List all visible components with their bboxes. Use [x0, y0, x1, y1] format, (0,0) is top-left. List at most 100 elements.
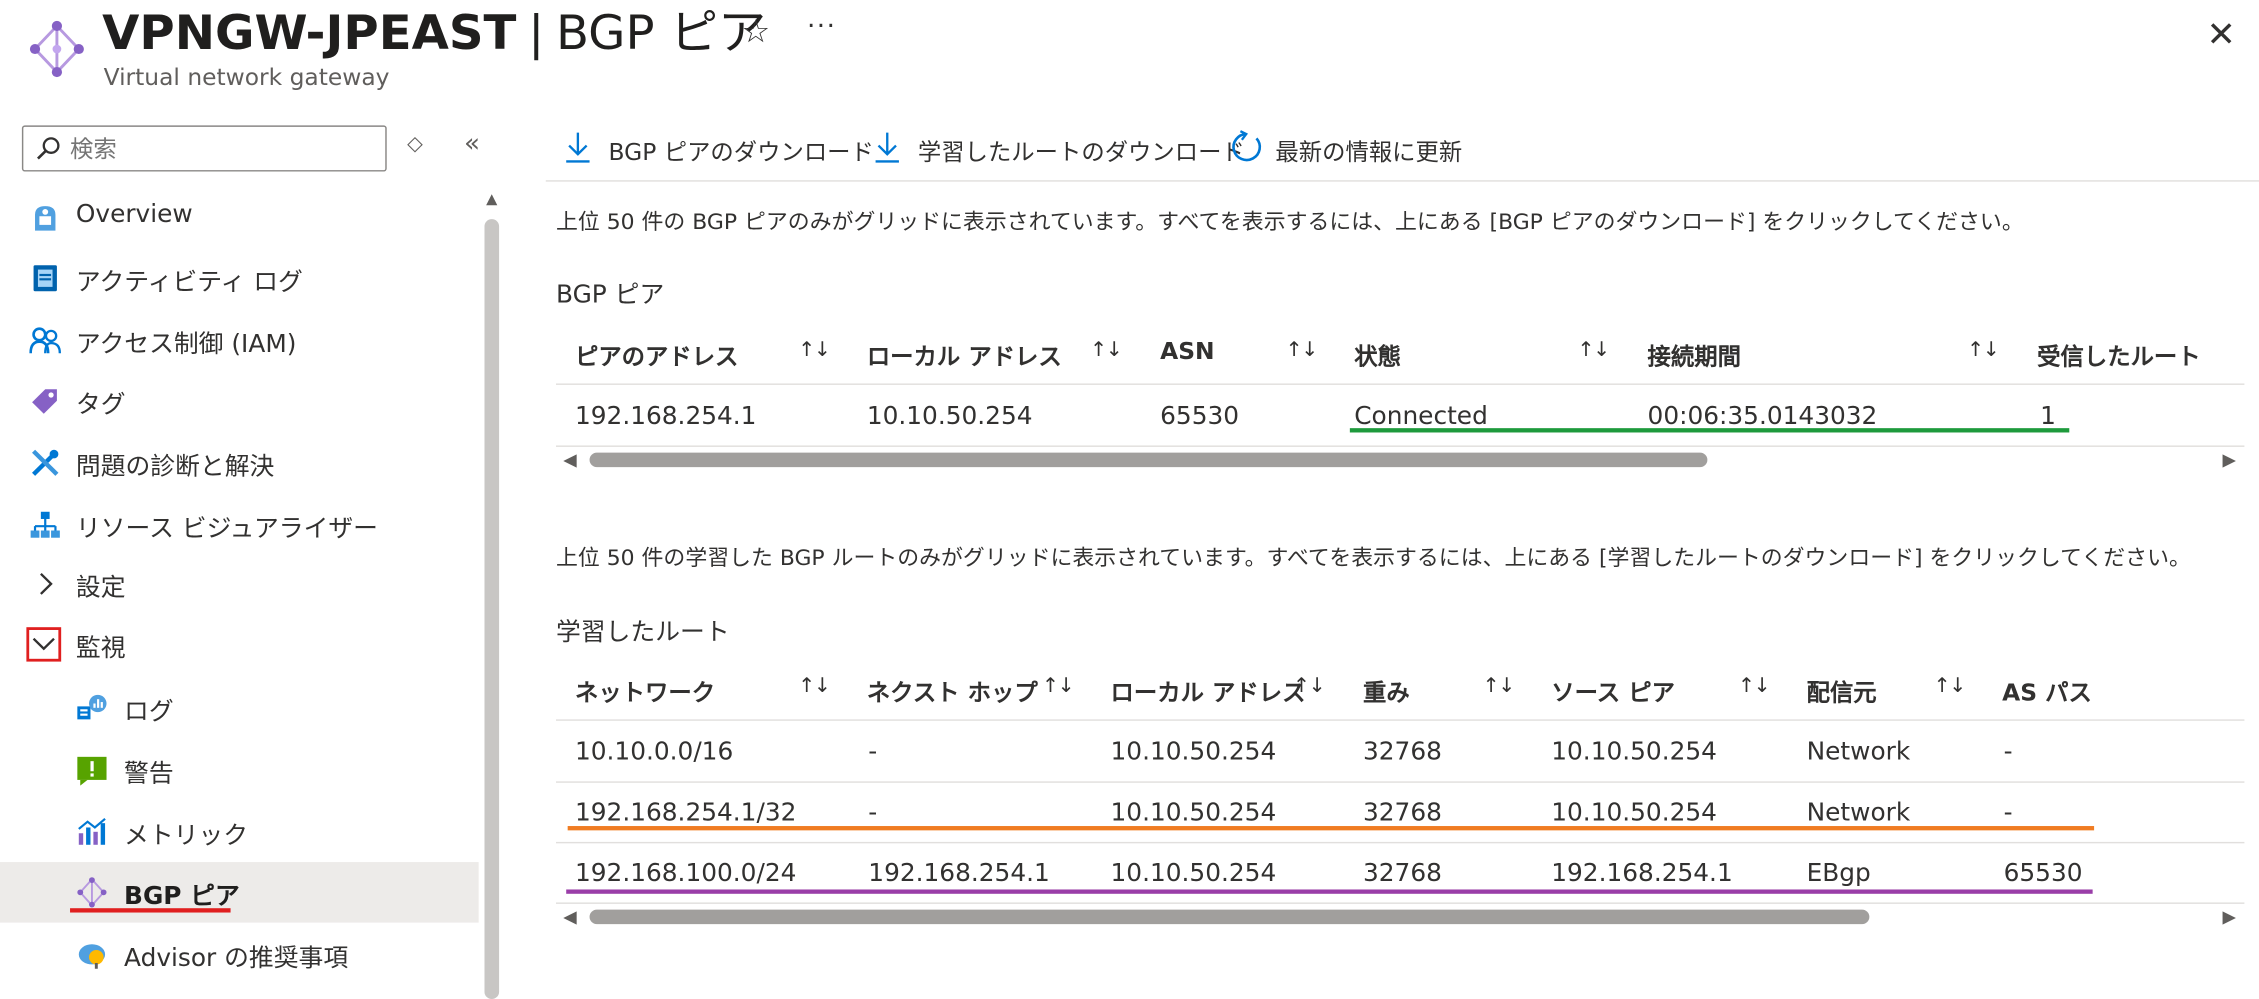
- sort-arrows-icon[interactable]: ↑↓: [1090, 339, 1123, 362]
- sidebar-item-label: 設定: [75, 573, 126, 603]
- download-icon: [562, 130, 594, 165]
- sort-arrows-icon[interactable]: ↑↓: [1293, 675, 1326, 698]
- sidebar-item-diagnose-and-solve[interactable]: 問題の診断と解決: [0, 432, 479, 493]
- learned-routes-scrollbar-thumb[interactable]: [589, 909, 1870, 925]
- close-icon[interactable]: ✕: [2206, 14, 2235, 54]
- favorite-star-icon[interactable]: ☆: [741, 14, 770, 50]
- cell-source-peer: 10.10.50.254: [1551, 798, 1717, 828]
- cell-local-address: 10.10.50.254: [1110, 859, 1277, 889]
- sort-arrows-icon[interactable]: ↑↓: [1967, 339, 2000, 362]
- advisor-icon: [76, 938, 108, 970]
- sidebar-item-label: タグ: [75, 390, 126, 420]
- sidebar-item-label: 警告: [124, 759, 174, 789]
- alerts-icon: [76, 754, 108, 786]
- sort-arrows-icon[interactable]: ↑↓: [1578, 339, 1611, 362]
- refresh-button[interactable]: 最新の情報に更新: [1229, 127, 1477, 170]
- sidebar-item-label: 問題の診断と解決: [75, 452, 275, 482]
- column-header-local-address[interactable]: ローカル アドレス: [867, 337, 1062, 372]
- scroll-left-arrow-icon[interactable]: ◀: [563, 450, 576, 470]
- cell-source-peer: 192.168.254.1: [1551, 859, 1733, 889]
- connected-row-highlight-underline: [1349, 428, 2070, 433]
- sidebar-item-resource-visualizer[interactable]: リソース ビジュアライザー: [0, 494, 479, 555]
- learned-routes-section-title: 学習したルート: [555, 618, 730, 648]
- toolbar-button-label: 学習したルートのダウンロード: [917, 138, 1245, 166]
- ebgp-route-highlight-underline: [566, 889, 2093, 894]
- download-bgp-peers-button[interactable]: BGP ピアのダウンロード: [562, 127, 874, 170]
- resource-type-subtitle: Virtual network gateway: [103, 63, 390, 91]
- column-header-network[interactable]: ネットワーク: [575, 673, 715, 708]
- column-header-origin[interactable]: 配信元: [1807, 673, 1877, 708]
- cell-origin: EBgp: [1806, 859, 1871, 889]
- chevron-down-icon: [26, 627, 62, 662]
- refresh-icon: [1229, 130, 1262, 165]
- sort-arrows-icon[interactable]: ↑↓: [1934, 675, 1967, 698]
- column-header-as-path[interactable]: AS パス: [2002, 673, 2092, 708]
- sort-arrows-icon[interactable]: ↑↓: [798, 675, 831, 698]
- column-header-local-address[interactable]: ローカル アドレス: [1111, 673, 1306, 708]
- column-header-next-hop[interactable]: ネクスト ホップ: [867, 673, 1038, 708]
- overview-icon: [29, 202, 61, 234]
- page-name: BGP ピア: [555, 4, 767, 61]
- cell-next-hop: 192.168.254.1: [868, 859, 1050, 889]
- cell-as-path: 65530: [2003, 859, 2083, 889]
- sidebar-item-alerts[interactable]: 警告: [0, 740, 479, 801]
- sidebar-item-overview[interactable]: Overview: [0, 187, 479, 248]
- download-icon: [871, 130, 903, 165]
- column-header-asn[interactable]: ASN: [1160, 337, 1214, 364]
- column-header-peer-address[interactable]: ピアのアドレス: [575, 337, 738, 372]
- sidebar-item-metrics[interactable]: メトリック: [0, 802, 479, 863]
- sidebar-item-label: メトリック: [124, 821, 249, 851]
- bgp-peers-scrollbar-thumb[interactable]: [589, 452, 1708, 468]
- sidebar-collapse-icon[interactable]: «: [464, 128, 480, 158]
- sidebar-item-label: ログ: [124, 697, 174, 727]
- logs-icon: [76, 692, 108, 724]
- sidebar-group-settings[interactable]: 設定: [0, 554, 479, 615]
- cell-local-address: 10.10.50.254: [866, 402, 1033, 432]
- table-row-divider: [555, 902, 2245, 904]
- cell-local-address: 10.10.50.254: [1110, 798, 1277, 828]
- cell-source-peer: 10.10.50.254: [1551, 738, 1717, 767]
- cell-connected-duration: 00:06:35.0143032: [1647, 402, 1878, 432]
- sidebar-item-advisor-recommendations[interactable]: Advisor の推奨事項: [0, 924, 479, 985]
- column-header-source-peer[interactable]: ソース ピア: [1551, 673, 1675, 708]
- sidebar-search-box[interactable]: [21, 125, 387, 172]
- bgp-peers-info-text: 上位 50 件の BGP ピアのみがグリッドに表示されています。すべてを表示する…: [555, 209, 2024, 235]
- sidebar-item-activity-log[interactable]: アクティビティ ログ: [0, 248, 479, 309]
- sidebar-scrollbar-thumb[interactable]: [484, 219, 500, 999]
- sort-arrows-icon[interactable]: ↑↓: [1286, 339, 1319, 362]
- more-options-icon[interactable]: ···: [807, 12, 836, 42]
- toolbar-button-label: 最新の情報に更新: [1275, 138, 1463, 166]
- sidebar-item-tags[interactable]: タグ: [0, 370, 479, 431]
- sort-arrows-icon[interactable]: ↑↓: [798, 339, 831, 362]
- cell-weight: 32768: [1362, 738, 1442, 767]
- sidebar-item-label: Advisor の推奨事項: [124, 944, 349, 974]
- cell-weight: 32768: [1362, 798, 1442, 828]
- tag-icon: [29, 385, 61, 417]
- scroll-left-arrow-icon[interactable]: ◀: [563, 907, 576, 927]
- sidebar-search-input[interactable]: [67, 131, 374, 166]
- sort-arrows-icon[interactable]: ↑↓: [1042, 675, 1075, 698]
- column-header-routes-received[interactable]: 受信したルート: [2037, 337, 2200, 372]
- sidebar-group-monitoring[interactable]: 監視: [0, 614, 479, 675]
- activity-log-icon: [29, 262, 61, 294]
- scroll-right-arrow-icon[interactable]: ▶: [2223, 450, 2236, 470]
- column-header-status[interactable]: 状態: [1354, 337, 1401, 372]
- sidebar-item-logs[interactable]: ログ: [0, 678, 479, 739]
- bgp-peers-highlight-underline: [70, 908, 231, 913]
- title-separator: |: [528, 4, 545, 61]
- column-header-weight[interactable]: 重み: [1363, 673, 1410, 708]
- download-learned-routes-button[interactable]: 学習したルートのダウンロード: [871, 127, 1245, 170]
- cell-local-address: 10.10.50.254: [1110, 738, 1277, 767]
- chevron-right-icon: [29, 568, 61, 600]
- bgp-peers-icon: [76, 876, 108, 908]
- sidebar-item-label: Overview: [75, 200, 193, 230]
- column-header-connected-duration[interactable]: 接続期間: [1648, 337, 1741, 372]
- sidebar-item-label: リソース ビジュアライザー: [75, 514, 379, 544]
- sidebar-item-bgp-peers[interactable]: BGP ピア: [0, 862, 479, 923]
- sidebar-sort-icon[interactable]: ◇: [407, 133, 423, 156]
- sidebar-scroll-up-arrow-icon[interactable]: ▲: [483, 192, 501, 207]
- sort-arrows-icon[interactable]: ↑↓: [1738, 675, 1771, 698]
- sidebar-item-iam[interactable]: アクセス制御 (IAM): [0, 310, 479, 371]
- sort-arrows-icon[interactable]: ↑↓: [1483, 675, 1516, 698]
- scroll-right-arrow-icon[interactable]: ▶: [2223, 907, 2236, 927]
